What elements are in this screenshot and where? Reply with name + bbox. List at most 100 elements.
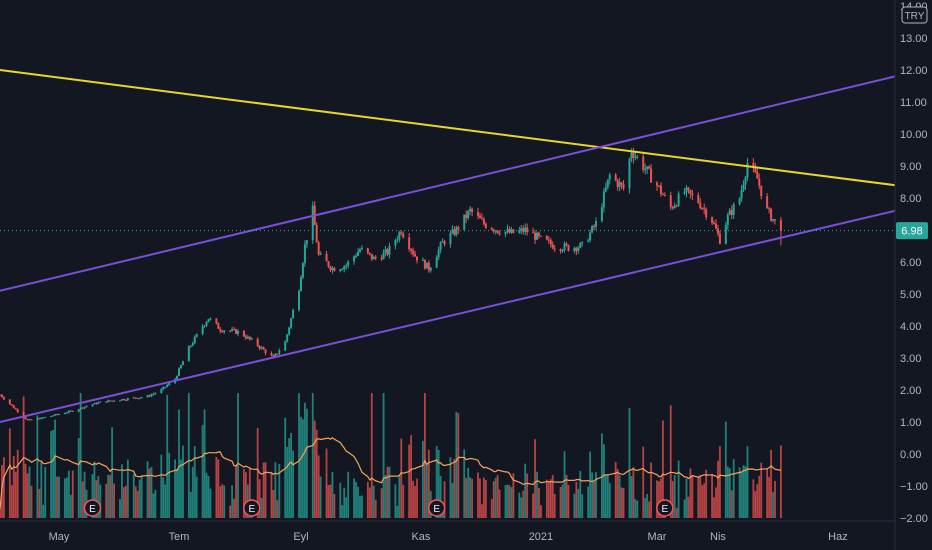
candle-body [299,277,302,292]
candle-body [77,409,80,412]
candle-body [742,184,745,191]
candle-body [297,291,300,310]
volume-bar [123,487,125,518]
candle-body [705,209,708,218]
earnings-marker[interactable]: E [243,499,261,517]
volume-bar [422,440,424,518]
candle-body [606,179,609,188]
candle-body [768,208,771,210]
candle-body [581,241,584,243]
candle-body [504,231,507,235]
candle-body [650,168,653,183]
candle-body [620,182,623,185]
candle-body [567,245,570,251]
volume-bar [219,486,222,518]
volume-bar [329,484,332,518]
currency-button[interactable]: TRY [901,6,928,24]
earnings-marker-label: E [662,504,669,515]
volume-bar [260,497,263,518]
price-tick-label: −1.00 [900,481,928,493]
volume-bar [602,444,605,518]
candle-body [262,347,265,350]
candle-body [382,252,385,260]
volume-bar [463,449,466,518]
candle-body [691,193,694,196]
candle-body [738,198,741,205]
volume-bar [526,473,529,518]
earnings-marker[interactable]: E [427,499,446,517]
time-tick-label: Mar [648,531,667,543]
volume-bar [65,477,68,518]
candle-body [636,156,639,158]
volume-bar [229,505,232,518]
candle-body [10,404,13,406]
volume-bar [565,475,568,518]
volume-bar [345,497,348,518]
volume-bar [28,466,31,518]
volume-bar [402,484,405,518]
candle-body [478,215,481,219]
chart-background [0,0,932,550]
volume-bar [492,481,495,518]
volume-bar [457,413,460,518]
volume-bar [559,487,562,518]
candle-body [595,221,598,227]
volume-bar [366,481,369,518]
volume-bar [410,435,413,518]
volume-bar [758,475,761,518]
candle-body [339,269,342,272]
candle-body [616,180,619,188]
candle-body [591,226,594,233]
volume-bar [24,463,27,518]
candle-body [563,243,566,251]
volume-bar [532,493,534,518]
candle-body [52,415,55,417]
candle-body [539,235,542,237]
candle-body [357,251,359,256]
earnings-marker[interactable]: E [83,499,102,517]
volume-bar [132,473,135,518]
price-tick-label: 10.00 [900,129,928,141]
volume-bar [484,479,487,518]
volume-bar [288,438,291,518]
candle-body [512,229,515,233]
candle-body [449,233,452,245]
volume-bar [191,466,194,518]
volume-bar [677,460,680,518]
candle-body [602,191,605,208]
volume-bar [719,446,721,518]
candle-body [290,318,293,328]
candle-body [355,255,358,257]
volume-bar [52,429,55,518]
candle-body [93,402,96,405]
candle-body [150,394,153,397]
volume-bar [136,490,139,518]
volume-bar [305,408,308,518]
price-chart[interactable]: EEEE 14.0013.0012.0011.0010.009.008.007.… [0,0,932,550]
volume-bar [113,483,115,518]
candle-body [632,152,635,158]
volume-bar [471,478,473,518]
price-tick-label: 8.00 [900,193,921,205]
volume-bar [8,428,11,518]
candle-body [441,241,444,243]
candle-body [740,190,743,199]
volume-bar [270,471,273,518]
candle-body [235,329,238,334]
candle-body [250,338,253,340]
volume-bar [628,407,631,518]
volume-bar [724,421,727,518]
volume-bar [40,462,43,518]
volume-bar [38,488,41,518]
candle-body [661,193,664,195]
volume-bar [343,487,346,518]
candle-body [231,329,234,331]
volume-bar [469,477,472,518]
volume-bar [508,485,511,518]
volume-bar [589,451,592,518]
candle-body [83,406,86,409]
candle-body [305,240,308,245]
earnings-marker[interactable]: E [656,499,674,517]
volume-bar [575,481,578,518]
candle-body [408,237,411,249]
